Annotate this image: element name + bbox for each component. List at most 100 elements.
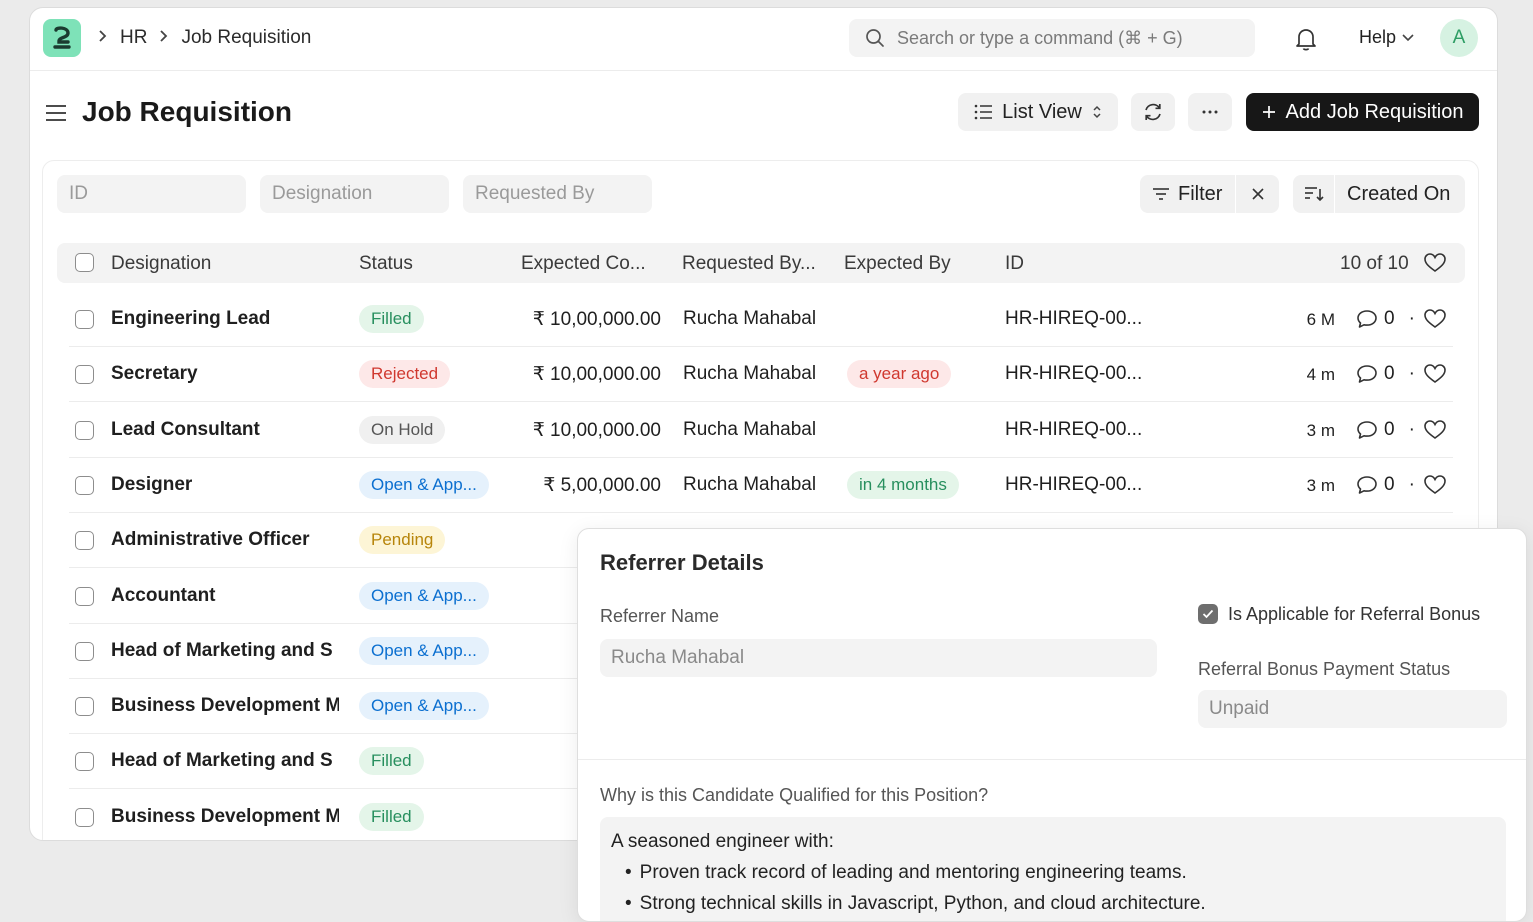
row-id: HR-HIREQ-00... — [1005, 473, 1143, 495]
expected-by-badge: in 4 months — [847, 470, 959, 499]
referrer-name-label: Referrer Name — [600, 606, 720, 626]
payment-status-field[interactable]: Unpaid — [1198, 690, 1507, 728]
list-view-button[interactable]: List View — [958, 93, 1118, 131]
row-designation[interactable]: Engineering Lead — [111, 308, 339, 330]
refresh-button[interactable] — [1131, 93, 1175, 131]
row-checkbox[interactable] — [75, 531, 94, 551]
row-checkbox[interactable] — [75, 697, 94, 717]
breadcrumb-job-requisition[interactable]: Job Requisition — [181, 27, 311, 49]
column-designation[interactable]: Designation — [111, 253, 211, 275]
qualification-point: Proven track record of leading and mento… — [625, 857, 1495, 888]
row-designation[interactable]: Head of Marketing and S — [111, 750, 339, 772]
row-checkbox[interactable] — [75, 310, 94, 329]
chevron-right-icon — [159, 29, 169, 48]
referrer-name-field[interactable]: Rucha Mahabal — [600, 639, 1157, 677]
sidebar-toggle-icon[interactable] — [46, 104, 66, 127]
row-designation[interactable]: Secretary — [111, 363, 339, 385]
row-designation[interactable]: Head of Marketing and S — [111, 640, 339, 662]
filter-label: Filter — [1178, 182, 1223, 205]
comment-count: 0 — [1384, 308, 1395, 329]
expected-by-badge: a year ago — [847, 360, 952, 389]
heart-icon[interactable] — [1424, 309, 1446, 335]
column-expected-by[interactable]: Expected By — [844, 253, 951, 275]
page-header: Job Requisition List View Add Job Requis… — [30, 71, 1497, 156]
sort-button[interactable]: Created On — [1293, 175, 1465, 213]
refresh-icon — [1145, 103, 1161, 121]
column-requested-by[interactable]: Requested By... — [682, 253, 816, 275]
qualification-label: Why is this Candidate Qualified for this… — [600, 785, 989, 805]
row-count: 10 of 10 — [1340, 253, 1409, 274]
row-expected-compensation: ₹ 10,00,000.00 — [532, 309, 661, 330]
row-checkbox[interactable] — [75, 365, 94, 385]
ellipsis-icon — [1202, 110, 1218, 114]
row-designation[interactable]: Designer — [111, 474, 339, 496]
select-all-checkbox[interactable] — [75, 253, 94, 272]
search-bar[interactable] — [849, 19, 1255, 57]
filter-open-button[interactable]: Filter — [1140, 175, 1236, 213]
popover-divider — [578, 759, 1526, 760]
column-expected-compensation[interactable]: Expected Co... — [521, 253, 646, 275]
row-modified: 3 m — [1306, 420, 1335, 440]
heart-icon[interactable] — [1424, 419, 1446, 446]
add-button-label: Add Job Requisition — [1285, 100, 1464, 123]
status-badge: Open & App... — [359, 636, 489, 665]
row-designation[interactable]: Accountant — [111, 585, 339, 607]
row-checkbox[interactable] — [75, 420, 94, 440]
row-checkbox[interactable] — [75, 752, 94, 772]
referrer-details-popover: Referrer Details Referrer Name Rucha Mah… — [577, 528, 1527, 922]
help-dropdown[interactable]: Help — [1359, 27, 1414, 48]
table-row[interactable]: Lead Consultant On Hold ₹ 10,00,000.00 Ruch… — [69, 403, 1453, 458]
row-designation[interactable]: Administrative Officer — [111, 529, 339, 551]
heart-icon[interactable] — [1424, 364, 1446, 390]
qualification-point: Strong technical skills in Javascript, P… — [625, 888, 1495, 919]
comment-icon — [1357, 365, 1377, 384]
app-logo[interactable] — [43, 19, 81, 57]
row-designation[interactable]: Business Development M — [111, 806, 339, 828]
sort-label: Created On — [1347, 182, 1451, 205]
table-row[interactable]: Designer Open & App... ₹ 5,00,000.00 Rucha … — [69, 458, 1453, 513]
clear-filter-button[interactable] — [1236, 175, 1279, 213]
row-comments[interactable]: 0 · — [1356, 474, 1415, 496]
row-id: HR-HIREQ-00... — [1005, 363, 1143, 385]
breadcrumb-hr[interactable]: HR — [120, 27, 147, 49]
row-checkbox[interactable] — [75, 641, 94, 661]
comment-count: 0 — [1384, 418, 1395, 440]
heart-icon[interactable] — [1424, 475, 1446, 501]
list-icon — [974, 104, 993, 120]
add-job-requisition-button[interactable]: Add Job Requisition — [1246, 93, 1479, 131]
comment-count: 0 — [1384, 473, 1395, 495]
row-id: HR-HIREQ-00... — [1005, 418, 1143, 440]
chevron-right-icon — [98, 29, 108, 48]
status-badge: Filled — [359, 802, 424, 831]
column-status[interactable]: Status — [359, 253, 413, 275]
sort-direction-button[interactable] — [1293, 175, 1335, 213]
notification-bell-icon[interactable] — [1295, 27, 1317, 56]
row-comments[interactable]: 0 · — [1356, 419, 1415, 441]
id-filter-input[interactable]: ID — [57, 175, 246, 213]
checkmark-icon — [1202, 609, 1214, 619]
qualification-intro: A seasoned engineer with: — [611, 831, 834, 852]
chevron-up-down-icon — [1093, 105, 1101, 119]
requested-by-filter-input[interactable]: Requested By — [463, 175, 652, 213]
designation-filter-input[interactable]: Designation — [260, 175, 449, 213]
heart-icon[interactable] — [1424, 253, 1446, 279]
avatar[interactable]: A — [1440, 19, 1478, 57]
row-checkbox[interactable] — [75, 586, 94, 606]
qualification-text-field[interactable]: A seasoned engineer with: Proven track r… — [600, 817, 1506, 921]
row-checkbox[interactable] — [75, 807, 94, 827]
row-designation[interactable]: Lead Consultant — [111, 419, 339, 441]
row-designation[interactable]: Business Development M — [111, 695, 339, 717]
row-modified: 4 m — [1306, 365, 1335, 385]
status-badge: On Hold — [359, 415, 446, 444]
filter-button[interactable]: Filter — [1140, 175, 1279, 213]
row-checkbox[interactable] — [75, 475, 94, 495]
referral-bonus-checkbox[interactable] — [1198, 604, 1218, 624]
more-options-button[interactable] — [1188, 93, 1232, 131]
row-comments[interactable]: 0 · — [1356, 363, 1415, 385]
row-comments[interactable]: 0 · — [1356, 308, 1415, 330]
table-row[interactable]: Secretary Rejected ₹ 10,00,000.00 Rucha Mah… — [69, 347, 1453, 403]
page-title: Job Requisition — [82, 96, 292, 127]
search-input[interactable] — [897, 27, 1237, 49]
table-row[interactable]: Engineering Lead Filled ₹ 10,00,000.00 Ruch… — [69, 292, 1453, 347]
column-id[interactable]: ID — [1005, 253, 1024, 275]
